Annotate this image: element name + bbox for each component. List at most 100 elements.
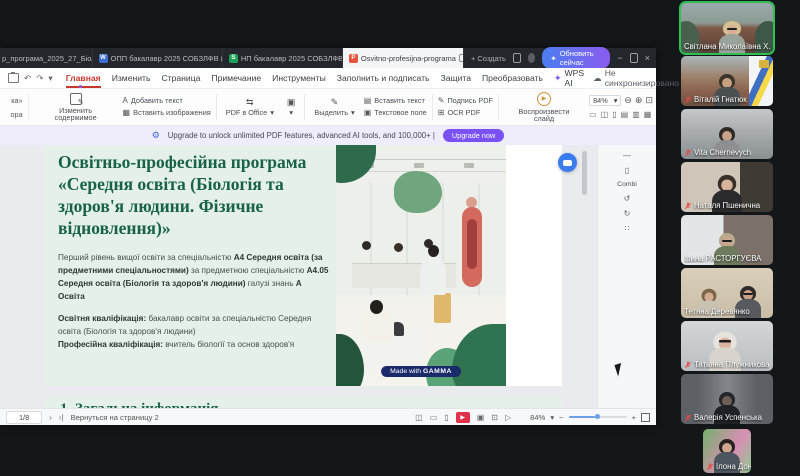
divider — [216, 94, 217, 120]
undo-icon[interactable]: ↶ — [24, 73, 31, 84]
zoom-slider-thumb[interactable] — [595, 414, 600, 419]
video-tile-participant-9[interactable]: Ілона Донець — [703, 429, 751, 473]
video-tile-participant-1[interactable]: Світлана Миколаївна Х... — [681, 3, 773, 53]
chevron-down-icon[interactable]: ▾ — [550, 413, 554, 422]
vertical-scrollbar[interactable] — [582, 151, 587, 195]
meeting-screen: р_програма_2025_27_Біоло W ОПП бакалавр … — [0, 0, 800, 476]
zoom-in-icon[interactable]: ⊕ — [635, 96, 643, 105]
tab-label: ОПП бакалавр 2025 СОБЗЛФВ (3).d — [111, 54, 223, 63]
rotate-left-icon[interactable]: ↺ — [624, 194, 631, 203]
zoom-slider[interactable] — [569, 416, 627, 418]
layout-icon[interactable]: ▭ — [589, 110, 597, 119]
pdf-to-office-button[interactable]: ⇆ PDF в Office ▾ — [222, 98, 278, 116]
back-to-page-link[interactable]: Вернуться на страницу 2 — [71, 413, 159, 422]
grid-view-icon[interactable]: ∷ — [624, 224, 629, 233]
menu-convert[interactable]: Преобразовать — [482, 73, 543, 83]
highlight-button[interactable]: ✎ Выделить ▾ — [310, 98, 358, 116]
microscope-shape — [394, 322, 404, 336]
play-presentation-button[interactable]: ▶ — [456, 412, 470, 423]
menu-page[interactable]: Страница — [161, 73, 200, 83]
view-mode-icon[interactable]: ▷ — [505, 413, 511, 422]
menu-protect[interactable]: Защита — [441, 73, 471, 83]
tab-document-4-active[interactable]: P Osvitno-profesijna-programa × — [343, 48, 464, 68]
update-now-button[interactable]: ✦ Обновить сейчас — [542, 47, 610, 69]
document-area: Освітньо-професійна програма «Середня ос… — [0, 145, 656, 408]
wps-ai-float-button[interactable] — [558, 153, 577, 172]
text-field-icon: ▣ — [364, 109, 372, 117]
restore-layout-icon[interactable] — [513, 53, 521, 63]
slide-title: Освітньо-професійна програма «Середня ос… — [58, 151, 330, 239]
zoom-out-icon[interactable]: ⊖ — [624, 96, 632, 105]
view-mode-icon[interactable]: ⊡ — [491, 413, 498, 422]
video-tile-participant-5[interactable]: Ірина РАСТОРГУЄВА — [681, 215, 773, 265]
illustration-shape — [336, 145, 376, 183]
wps-ai-button[interactable]: ✦ WPS AI — [554, 68, 584, 88]
insert-image-button[interactable]: ▦ Вставить изображения — [123, 109, 211, 117]
layout-icon[interactable]: ▯ — [612, 110, 616, 119]
zoom-plus-icon[interactable]: + — [632, 413, 636, 422]
redo-icon[interactable]: ↷ — [36, 73, 43, 84]
add-text-button[interactable]: А Добавить текст — [123, 97, 211, 105]
text-field-button[interactable]: ▣ Текстовое поле — [364, 109, 427, 117]
tab-label: р_програма_2025_27_Біоло — [2, 54, 93, 63]
mic-muted-icon — [684, 96, 692, 104]
sign-pdf-button[interactable]: ✎ Подпись PDF — [438, 97, 493, 105]
layout-icon[interactable]: ▥ — [632, 110, 640, 119]
video-tile-participant-8[interactable]: Валерія Успенська — [681, 374, 773, 424]
illustration-shape — [394, 243, 403, 252]
ai-spark-icon: ✦ — [554, 73, 562, 84]
upgrade-now-button[interactable]: Upgrade now — [443, 129, 504, 142]
tab-document-1[interactable]: р_програма_2025_27_Біоло — [0, 48, 93, 68]
play-slide-button[interactable]: ▶ Воспроизвести слайд — [504, 92, 584, 123]
view-mode-icon[interactable]: ▭ — [430, 413, 438, 422]
account-avatar-icon[interactable] — [528, 53, 536, 63]
rotate-right-icon[interactable]: ↻ — [624, 209, 631, 218]
layout-icon[interactable]: ◫ — [601, 110, 609, 119]
layout-icon[interactable]: ▦ — [644, 110, 652, 119]
view-mode-icon[interactable]: ▯ — [444, 413, 448, 422]
chevron-down-icon[interactable]: ▾ — [48, 73, 52, 84]
close-window-button[interactable]: × — [645, 53, 650, 63]
menu-comment[interactable]: Примечание — [211, 73, 261, 83]
convert-extra-button[interactable]: ▣ ▾ — [283, 98, 300, 116]
collapse-panel-icon[interactable]: — — [623, 151, 631, 160]
print-icon[interactable] — [8, 73, 19, 83]
tab-document-2[interactable]: W ОПП бакалавр 2025 СОБЗЛФВ (3).d — [93, 48, 223, 68]
participant-name: Віталій Гнатюк — [684, 95, 747, 104]
video-tile-participant-3[interactable]: Vita Chernevych — [681, 109, 773, 159]
video-tile-participant-2[interactable]: Віталій Гнатюк — [681, 56, 773, 106]
page-indicator-input[interactable]: 1/8 — [6, 411, 42, 424]
fullscreen-icon[interactable] — [641, 413, 650, 422]
minimize-button[interactable]: − — [617, 53, 622, 63]
menu-edit[interactable]: Изменить — [112, 73, 151, 83]
participant-name: Ілона Донець — [706, 462, 751, 471]
video-tile-participant-6[interactable]: Тетяна Деревянко — [681, 268, 773, 318]
video-tile-participant-7[interactable]: Татьяна Плужникова — [681, 321, 773, 371]
view-mode-icon[interactable]: ▣ — [477, 413, 485, 422]
zoom-select[interactable]: 84% ▾ — [589, 95, 621, 106]
zoom-value[interactable]: 84% — [530, 413, 545, 422]
illustration-shape — [370, 300, 383, 314]
fit-page-icon[interactable]: ⊡ — [645, 96, 653, 105]
last-page-icon[interactable]: ›| — [59, 413, 64, 422]
layout-icon[interactable]: ▤ — [621, 110, 629, 119]
next-page-icon[interactable]: › — [49, 413, 52, 422]
view-mode-icon[interactable]: ◫ — [415, 413, 423, 422]
maximize-button[interactable] — [630, 53, 638, 63]
insert-text-button[interactable]: ▤ Вставить текст — [364, 97, 427, 105]
edit-pencil-icon — [70, 93, 82, 105]
edit-content-button[interactable]: Изменить содержимое — [34, 93, 118, 122]
menu-tools[interactable]: Инструменты — [272, 73, 326, 83]
menu-fill-sign[interactable]: Заполнить и подписать — [337, 73, 430, 83]
quick-tools: ↶ ↷ ▾ — [8, 73, 53, 84]
participant-name: Ірина РАСТОРГУЄВА — [684, 254, 761, 263]
page-thumbnail-icon[interactable]: ▯ — [625, 166, 629, 175]
tab-document-3[interactable]: S НП бакалавр 2025 СОБЗЛФВ (3) — [223, 48, 343, 68]
ocr-pdf-button[interactable]: ⊞ OCR PDF — [438, 109, 493, 117]
pdf-doc-icon: P — [349, 54, 358, 63]
menu-home[interactable]: Главная — [66, 73, 101, 83]
zoom-minus-icon[interactable]: − — [559, 413, 563, 422]
video-tile-participant-4[interactable]: Наталя Пшенична — [681, 162, 773, 212]
new-tab-button[interactable]: + Создать — [464, 48, 513, 68]
made-with-gamma-badge[interactable]: Made with GAMMA — [381, 366, 461, 377]
